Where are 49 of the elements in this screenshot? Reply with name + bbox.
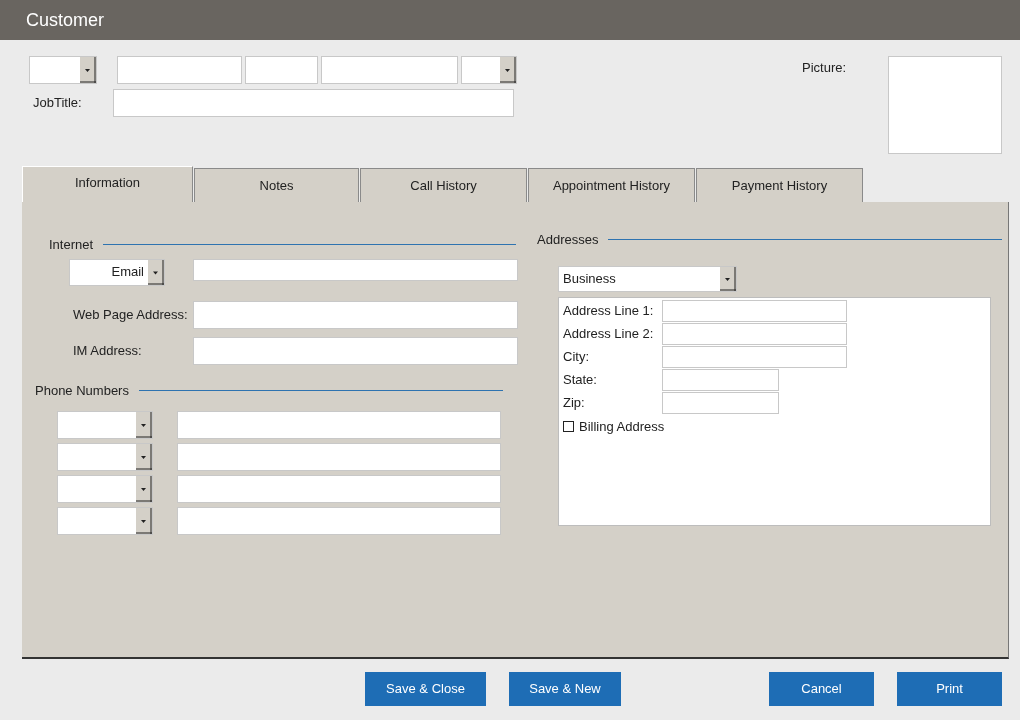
- checkbox[interactable]: [563, 420, 574, 432]
- action-button[interactable]: Save & Close: [365, 672, 486, 706]
- picture-frame[interactable]: [888, 56, 1003, 154]
- email-field[interactable]: [193, 258, 518, 281]
- tab[interactable]: Appointment History: [528, 168, 695, 202]
- phone-field[interactable]: [177, 411, 501, 439]
- dropdown[interactable]: [29, 56, 97, 84]
- section-title: Phone Numbers: [35, 381, 129, 400]
- text-field[interactable]: [662, 369, 779, 391]
- field-label: City:: [563, 348, 590, 367]
- checkbox-label: Billing Address: [579, 417, 665, 436]
- field-label: Picture:: [802, 60, 847, 75]
- section-title: Internet: [49, 236, 94, 254]
- tab[interactable]: Information: [22, 166, 193, 202]
- action-button[interactable]: Cancel: [769, 672, 874, 706]
- action-button[interactable]: Save & New: [509, 672, 621, 706]
- field-label: IM Address:: [73, 341, 143, 360]
- phone-type-dropdown[interactable]: [57, 411, 153, 439]
- action-button[interactable]: Print: [897, 672, 1002, 706]
- tab[interactable]: Payment History: [696, 168, 863, 202]
- name-field[interactable]: [321, 56, 458, 84]
- section-title: Addresses: [537, 231, 599, 249]
- job-title-field[interactable]: [113, 89, 514, 117]
- address-type-dropdown[interactable]: Business: [558, 265, 737, 292]
- window-title: Customer: [26, 10, 105, 30]
- phone-field[interactable]: [177, 475, 501, 503]
- field-label: JobTitle:: [32, 94, 83, 113]
- phone-type-dropdown[interactable]: [57, 507, 153, 535]
- text-field[interactable]: [662, 300, 847, 322]
- phone-type-dropdown[interactable]: [57, 475, 153, 503]
- field-label: State:: [563, 371, 598, 390]
- dropdown[interactable]: [461, 56, 517, 84]
- text-field[interactable]: [193, 336, 518, 365]
- tab[interactable]: Notes: [194, 168, 359, 202]
- text-field[interactable]: [662, 323, 847, 345]
- name-field[interactable]: [245, 56, 318, 84]
- phone-type-dropdown[interactable]: [57, 443, 153, 471]
- tab[interactable]: Call History: [360, 168, 527, 202]
- name-field[interactable]: [117, 56, 242, 84]
- text-field[interactable]: [662, 346, 847, 368]
- email-type-dropdown[interactable]: Email: [69, 258, 165, 286]
- text-field[interactable]: [193, 300, 518, 329]
- text-field[interactable]: [662, 392, 779, 414]
- phone-field[interactable]: [177, 443, 501, 471]
- field-label: Zip:: [563, 394, 586, 413]
- field-label: Web Page Address:: [73, 305, 189, 324]
- field-label: Address Line 1:: [563, 302, 655, 321]
- field-label: Address Line 2:: [563, 325, 655, 344]
- phone-field[interactable]: [177, 507, 501, 535]
